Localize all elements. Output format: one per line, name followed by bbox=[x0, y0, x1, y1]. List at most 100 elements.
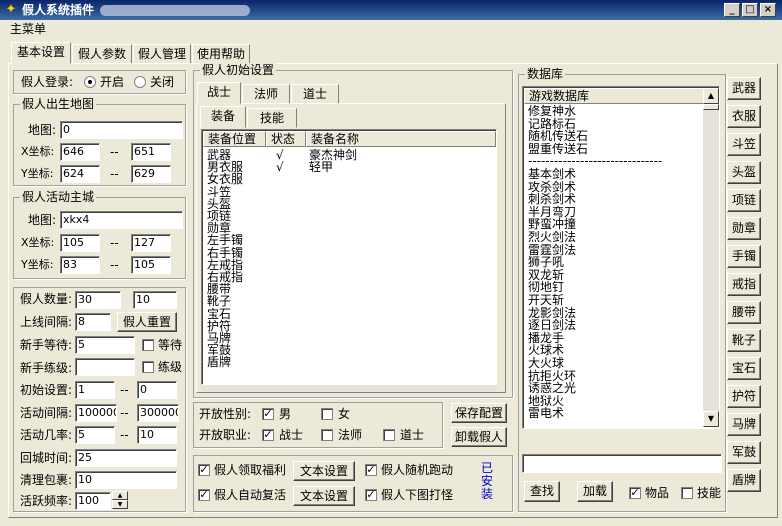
database-list-item[interactable]: 雷霆剑法 bbox=[528, 244, 576, 256]
tab-help[interactable]: 使用帮助 bbox=[192, 44, 250, 64]
job-mage-checkbox[interactable] bbox=[321, 429, 333, 441]
class-tab-taoist[interactable]: 道士 bbox=[291, 84, 339, 104]
count-input-b[interactable]: 10 bbox=[133, 291, 177, 309]
database-list-item[interactable]: 龙影剑法 bbox=[528, 307, 576, 319]
class-tab-warrior[interactable]: 战士 bbox=[197, 82, 241, 104]
search-button[interactable]: 查找 bbox=[524, 481, 560, 502]
equipment-table-hscroll[interactable] bbox=[201, 385, 497, 391]
database-list-item[interactable]: 彻地钉 bbox=[528, 281, 564, 293]
equipment-row-pos[interactable]: 左戒指 bbox=[207, 259, 243, 271]
random-run-checkbox[interactable]: ✓ bbox=[365, 464, 377, 476]
equipment-row-pos[interactable]: 右手镯 bbox=[207, 247, 243, 259]
database-list-item[interactable]: 半月弯刀 bbox=[528, 206, 576, 218]
database-list-item[interactable]: 抗拒火环 bbox=[528, 370, 576, 382]
database-list-item[interactable]: 修复神水 bbox=[528, 105, 576, 117]
subtab-equipment[interactable]: 装备 bbox=[200, 106, 246, 128]
act-interval-input-a[interactable]: 100000 bbox=[75, 404, 117, 422]
database-list-item[interactable]: 地狱火 bbox=[528, 395, 564, 407]
slot-button[interactable]: 盾牌 bbox=[727, 469, 761, 492]
database-list-item[interactable]: ------------------------------- bbox=[528, 155, 662, 167]
return-time-input[interactable]: 25 bbox=[75, 449, 177, 467]
clear-bag-input[interactable]: 10 bbox=[75, 471, 177, 489]
slot-button[interactable]: 勋章 bbox=[727, 217, 761, 240]
equipment-row-pos[interactable]: 马牌 bbox=[207, 332, 231, 344]
auto-revive-checkbox[interactable]: ✓ bbox=[198, 489, 210, 501]
close-button[interactable]: × bbox=[760, 3, 776, 17]
slot-button[interactable]: 衣服 bbox=[727, 105, 761, 128]
city-map-input[interactable]: xkx4 bbox=[60, 211, 183, 229]
database-search-input[interactable] bbox=[522, 454, 722, 473]
column-header-status[interactable]: 状态 bbox=[266, 131, 306, 147]
act-interval-input-b[interactable]: 300000 bbox=[137, 404, 179, 422]
database-list-item[interactable]: 雷电术 bbox=[528, 407, 564, 419]
equipment-row-pos[interactable]: 靴子 bbox=[207, 295, 231, 307]
tab-bot-manage[interactable]: 假人管理 bbox=[133, 44, 191, 64]
skill-checkbox[interactable] bbox=[681, 487, 693, 499]
text-settings-button-2[interactable]: 文本设置 bbox=[293, 486, 355, 506]
init-input-b[interactable]: 0 bbox=[137, 381, 177, 399]
slot-button[interactable]: 斗笠 bbox=[727, 133, 761, 156]
class-tab-mage[interactable]: 法师 bbox=[242, 84, 290, 104]
slot-button[interactable]: 靴子 bbox=[727, 329, 761, 352]
freq-spin-up[interactable]: ▲ bbox=[112, 491, 128, 500]
equipment-row-pos[interactable]: 女衣服 bbox=[207, 173, 243, 185]
slot-button[interactable]: 护符 bbox=[727, 385, 761, 408]
database-list-item[interactable]: 逐日剑法 bbox=[528, 319, 576, 331]
slot-button[interactable]: 武器 bbox=[727, 77, 761, 100]
count-input-a[interactable]: 30 bbox=[75, 291, 121, 309]
database-list-item[interactable]: 随机传送石 bbox=[528, 130, 588, 142]
equipment-row-pos[interactable]: 左手镯 bbox=[207, 234, 243, 246]
minimize-button[interactable]: _ bbox=[724, 3, 740, 17]
database-list-item[interactable]: 盟重传送石 bbox=[528, 143, 588, 155]
city-x-from-input[interactable]: 105 bbox=[60, 234, 100, 252]
init-input-a[interactable]: 1 bbox=[75, 381, 115, 399]
database-list-item[interactable]: 诱惑之光 bbox=[528, 382, 576, 394]
equipment-row-pos[interactable]: 盾牌 bbox=[207, 356, 231, 368]
job-taoist-checkbox[interactable] bbox=[383, 429, 395, 441]
birth-y-to-input[interactable]: 629 bbox=[131, 165, 171, 183]
equipment-row-pos[interactable]: 腰带 bbox=[207, 283, 231, 295]
equipment-row-pos[interactable]: 右戒指 bbox=[207, 271, 243, 283]
column-header-position[interactable]: 装备位置 bbox=[203, 131, 266, 147]
database-list-item[interactable]: 双龙斩 bbox=[528, 269, 564, 281]
menu-main[interactable]: 主菜单 bbox=[10, 22, 46, 36]
column-header-name[interactable]: 装备名称 bbox=[306, 131, 496, 147]
database-list-item[interactable]: 大火球 bbox=[528, 357, 564, 369]
database-list-item[interactable]: 开天斩 bbox=[528, 294, 564, 306]
slot-button[interactable]: 项链 bbox=[727, 189, 761, 212]
act-rate-input-a[interactable]: 5 bbox=[75, 426, 115, 444]
database-list-item[interactable]: 火球术 bbox=[528, 344, 564, 356]
gender-male-checkbox[interactable]: ✓ bbox=[262, 408, 274, 420]
freq-input[interactable]: 100 bbox=[75, 492, 111, 510]
freq-spin-down[interactable]: ▼ bbox=[112, 500, 128, 509]
database-list-item[interactable]: 烈火剑法 bbox=[528, 231, 576, 243]
city-y-from-input[interactable]: 83 bbox=[60, 256, 100, 274]
save-config-button[interactable]: 保存配置 bbox=[451, 403, 507, 423]
slot-button[interactable]: 马牌 bbox=[727, 413, 761, 436]
interval-input[interactable]: 8 bbox=[75, 313, 111, 331]
database-vscroll[interactable]: ▲ ▼ bbox=[703, 88, 719, 427]
equipment-row-pos[interactable]: 斗笠 bbox=[207, 186, 231, 198]
city-y-to-input[interactable]: 105 bbox=[131, 256, 171, 274]
welfare-checkbox[interactable]: ✓ bbox=[198, 464, 210, 476]
text-settings-button-1[interactable]: 文本设置 bbox=[293, 461, 355, 481]
level-input[interactable] bbox=[75, 358, 135, 376]
database-list-item[interactable]: 野蛮冲撞 bbox=[528, 218, 576, 230]
hang-monster-checkbox[interactable]: ✓ bbox=[365, 489, 377, 501]
slot-button[interactable]: 戒指 bbox=[727, 273, 761, 296]
equipment-row-pos[interactable]: 宝石 bbox=[207, 308, 231, 320]
equipment-table[interactable]: 装备位置 状态 装备名称 武器 √ 豪杰神剑 男衣服 √ 轻甲 女衣服 斗笠 头盔 项链 勋章 左手镯… bbox=[201, 129, 497, 385]
load-button[interactable]: 加载 bbox=[577, 481, 613, 502]
database-list-header[interactable]: 游戏数据库 bbox=[524, 88, 704, 104]
tab-bot-params[interactable]: 假人参数 bbox=[72, 44, 132, 64]
database-list-item[interactable]: 狮子吼 bbox=[528, 256, 564, 268]
gender-female-checkbox[interactable] bbox=[321, 408, 333, 420]
birth-x-from-input[interactable]: 646 bbox=[60, 143, 100, 161]
birth-map-input[interactable]: 0 bbox=[60, 121, 183, 139]
level-checkbox[interactable] bbox=[142, 361, 154, 373]
slot-button[interactable]: 头盔 bbox=[727, 161, 761, 184]
database-list-item[interactable]: 记路标石 bbox=[528, 118, 576, 130]
unload-bots-button[interactable]: 卸载假人 bbox=[451, 427, 507, 447]
maximize-button[interactable]: □ bbox=[742, 3, 758, 17]
login-on-radio[interactable] bbox=[84, 76, 96, 88]
